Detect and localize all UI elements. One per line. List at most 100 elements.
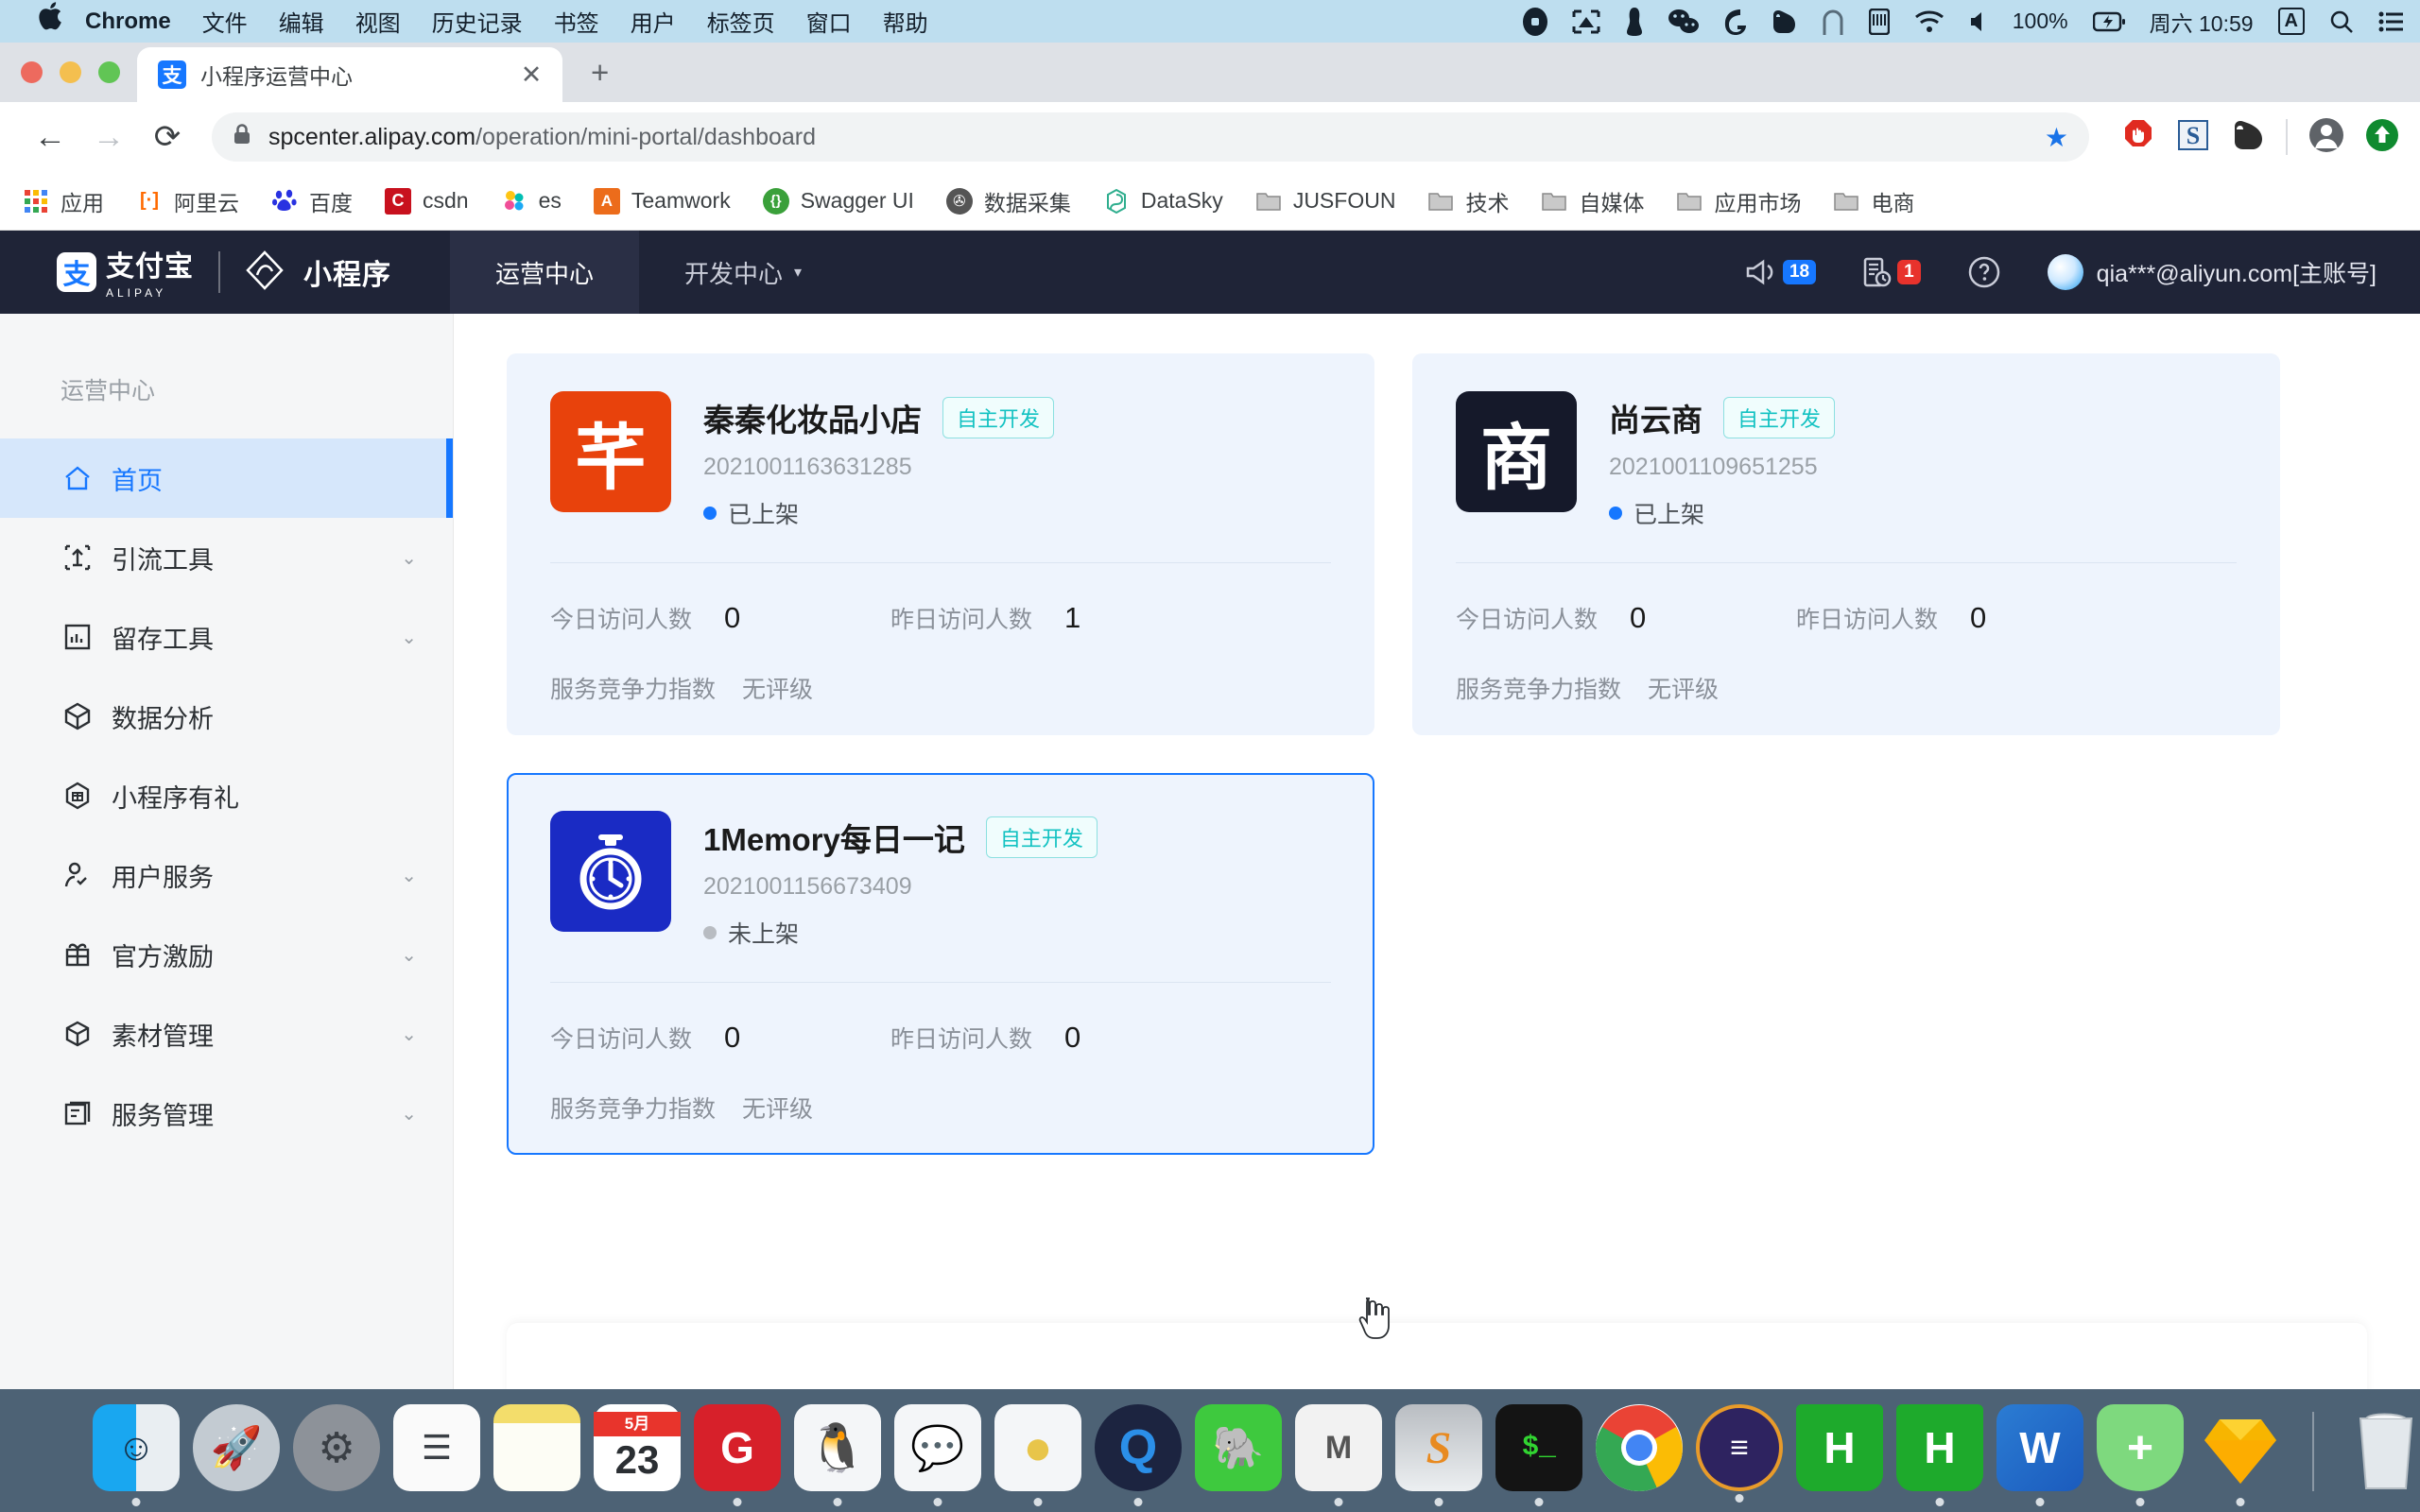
bookmark-item[interactable]: 百度 bbox=[271, 185, 353, 217]
calendar-icon[interactable]: 5月 23 bbox=[594, 1404, 681, 1491]
penguin-status-icon[interactable] bbox=[1625, 7, 1644, 36]
bookmark-item[interactable]: ✇ 数据采集 bbox=[945, 185, 1071, 217]
hbuilder-icon[interactable]: H bbox=[1796, 1404, 1883, 1491]
sidebar-item-retention-tools[interactable]: 留存工具 ⌄ bbox=[0, 597, 453, 677]
gitee-icon[interactable]: G bbox=[694, 1404, 781, 1506]
bookmark-item[interactable]: 应用 bbox=[23, 185, 104, 217]
browser-tab[interactable]: 支 小程序运营中心 ✕ bbox=[137, 47, 562, 102]
miniapp-card[interactable]: 商 尚云商 自主开发 2021001109651255 已上架 今日访问人数 0… bbox=[1412, 353, 2280, 735]
reminders-icon[interactable]: ☰ bbox=[393, 1404, 480, 1491]
menubar-item-chrome[interactable]: Chrome bbox=[85, 9, 171, 35]
sidebar-item-traffic-tools[interactable]: 引流工具 ⌄ bbox=[0, 518, 453, 597]
notes-icon[interactable] bbox=[493, 1404, 580, 1491]
launchpad-icon[interactable]: 🚀 bbox=[193, 1404, 280, 1491]
quicktime-icon[interactable]: Q bbox=[1095, 1404, 1182, 1506]
brand-logo[interactable]: 支 支付宝 ALIPAY 小程序 bbox=[0, 243, 391, 301]
screenshot-status-icon[interactable] bbox=[1572, 9, 1600, 34]
spotlight-search-icon[interactable] bbox=[2329, 9, 2354, 34]
wifi-status-icon[interactable] bbox=[1914, 9, 1945, 33]
profile-avatar-icon[interactable] bbox=[2308, 117, 2344, 158]
clock-label[interactable]: 周六 10:59 bbox=[2150, 6, 2254, 38]
chrome-icon[interactable] bbox=[1596, 1404, 1683, 1491]
menubar-item-help[interactable]: 帮助 bbox=[883, 5, 928, 38]
mindnode-icon[interactable]: M bbox=[1295, 1404, 1382, 1506]
menubar-item-bookmarks[interactable]: 书签 bbox=[554, 5, 599, 38]
volume-status-icon[interactable] bbox=[1969, 10, 1988, 33]
sidebar-item-home[interactable]: 首页 bbox=[0, 438, 453, 518]
menubar-item-view[interactable]: 视图 bbox=[355, 5, 401, 38]
bookmark-folder-item[interactable]: 电商 bbox=[1833, 185, 1914, 217]
gitee-status-icon[interactable] bbox=[1723, 8, 1746, 36]
announcement-button[interactable]: 18 bbox=[1745, 258, 1817, 286]
apple-menu-icon[interactable] bbox=[38, 2, 62, 37]
bookmark-item[interactable]: A Teamwork bbox=[593, 187, 731, 215]
menubar-item-history[interactable]: 历史记录 bbox=[432, 5, 523, 38]
sidebar-item-official-incentive[interactable]: 官方激励 ⌄ bbox=[0, 915, 453, 994]
system-preferences-icon[interactable]: ⚙ bbox=[293, 1404, 380, 1491]
keyboard-status-icon[interactable] bbox=[1868, 8, 1890, 35]
forward-button[interactable]: → bbox=[79, 108, 138, 166]
evernote-icon[interactable]: 🐘 bbox=[1195, 1404, 1282, 1491]
wechat-icon[interactable]: 💬 bbox=[894, 1404, 981, 1506]
control-center-icon[interactable] bbox=[2378, 11, 2403, 32]
close-tab-icon[interactable]: ✕ bbox=[515, 60, 547, 90]
finder-icon[interactable]: ☺ bbox=[93, 1404, 180, 1506]
account-menu[interactable]: qia***@aliyun.com[主账号] bbox=[2047, 254, 2377, 290]
bookmark-item[interactable]: DataSky bbox=[1103, 188, 1223, 215]
nav-tab-dev-center[interactable]: 开发中心 ▾ bbox=[639, 231, 847, 314]
word-icon[interactable]: W bbox=[1996, 1404, 2083, 1506]
security-shield-icon[interactable]: + bbox=[2097, 1404, 2184, 1506]
menubar-item-edit[interactable]: 编辑 bbox=[279, 5, 324, 38]
menubar-item-profiles[interactable]: 用户 bbox=[631, 5, 676, 38]
menubar-item-tabs[interactable]: 标签页 bbox=[707, 5, 775, 38]
bookmark-star-icon[interactable]: ★ bbox=[2045, 122, 2068, 153]
bookmark-item[interactable]: {} Swagger UI bbox=[762, 187, 914, 215]
bookmark-item[interactable]: C csdn bbox=[385, 187, 469, 215]
new-tab-button[interactable]: + bbox=[591, 55, 609, 102]
purple-app-icon[interactable]: ≡ bbox=[1696, 1404, 1783, 1503]
hbuilderx-icon[interactable]: H bbox=[1896, 1404, 1983, 1506]
sublime-icon[interactable]: S bbox=[1395, 1404, 1482, 1506]
reload-button[interactable]: ⟳ bbox=[138, 108, 197, 166]
yellow-app-icon[interactable]: ● bbox=[994, 1404, 1081, 1506]
sogou-extension-icon[interactable]: S bbox=[2176, 118, 2210, 157]
announcement-count-badge: 18 bbox=[1782, 259, 1817, 285]
bookmark-folder-item[interactable]: JUSFOUN bbox=[1255, 188, 1395, 215]
back-button[interactable]: ← bbox=[21, 108, 79, 166]
menubar-item-file[interactable]: 文件 bbox=[202, 5, 248, 38]
bookmark-folder-item[interactable]: 自媒体 bbox=[1541, 185, 1644, 217]
sidebar-item-user-service[interactable]: 用户服务 ⌄ bbox=[0, 835, 453, 915]
maximize-window-button[interactable] bbox=[98, 61, 120, 83]
bookmark-item[interactable]: [·] 阿里云 bbox=[136, 185, 239, 217]
adblock-extension-icon[interactable] bbox=[2121, 118, 2155, 157]
minimize-window-button[interactable] bbox=[60, 61, 81, 83]
task-log-button[interactable]: 1 bbox=[1863, 257, 1921, 287]
trash-icon[interactable] bbox=[2342, 1404, 2420, 1491]
nav-tab-operation-center[interactable]: 运营中心 bbox=[450, 231, 640, 314]
evernote-extension-icon[interactable] bbox=[2231, 119, 2265, 156]
terminal-icon[interactable]: $_ bbox=[1495, 1404, 1582, 1506]
menubar-item-window[interactable]: 窗口 bbox=[806, 5, 852, 38]
input-source-icon[interactable]: A bbox=[2277, 8, 2305, 35]
address-bar[interactable]: spcenter.alipay.com/operation/mini-porta… bbox=[212, 112, 2089, 162]
update-chrome-icon[interactable] bbox=[2365, 118, 2399, 157]
vpn-status-icon[interactable] bbox=[1822, 9, 1844, 35]
evernote-status-icon[interactable] bbox=[1771, 9, 1797, 35]
bookmark-folder-item[interactable]: 应用市场 bbox=[1676, 185, 1801, 217]
sidebar-item-data-analytics[interactable]: 数据分析 bbox=[0, 677, 453, 756]
lock-icon[interactable] bbox=[233, 123, 251, 151]
miniapp-card-selected[interactable]: 1Memory每日一记 自主开发 2021001156673409 未上架 今日… bbox=[507, 773, 1374, 1155]
sidebar-item-service-management[interactable]: 服务管理 ⌄ bbox=[0, 1074, 453, 1153]
miniapp-card[interactable]: 芊 秦秦化妆品小店 自主开发 2021001163631285 已上架 今日访问… bbox=[507, 353, 1374, 735]
bookmark-item[interactable]: es bbox=[501, 188, 562, 215]
wechat-status-icon[interactable] bbox=[1668, 9, 1699, 35]
sketch-icon[interactable] bbox=[2197, 1404, 2284, 1506]
sidebar-item-asset-management[interactable]: 素材管理 ⌄ bbox=[0, 994, 453, 1074]
sidebar-item-miniprogram-gift[interactable]: 小程序有礼 bbox=[0, 756, 453, 835]
battery-charging-icon[interactable] bbox=[2092, 11, 2125, 32]
help-button[interactable] bbox=[1968, 256, 2000, 288]
bookmark-folder-item[interactable]: 技术 bbox=[1427, 185, 1509, 217]
qq-icon[interactable]: 🐧 bbox=[794, 1404, 881, 1506]
opera-status-icon[interactable] bbox=[1522, 7, 1547, 36]
close-window-button[interactable] bbox=[21, 61, 43, 83]
